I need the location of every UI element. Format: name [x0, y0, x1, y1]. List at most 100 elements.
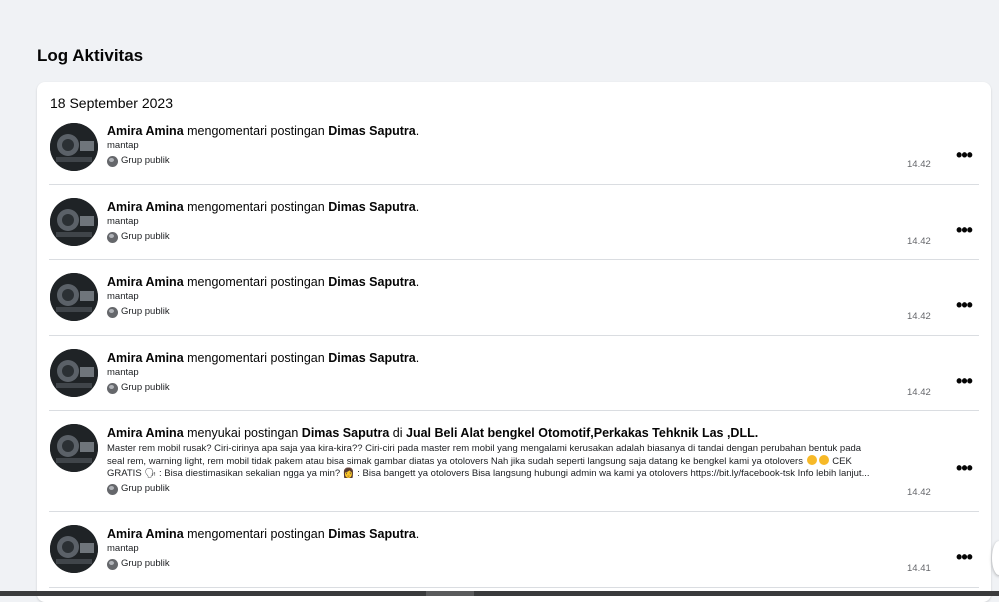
heart-eyes-emoji-icon: [806, 455, 817, 465]
target-name[interactable]: Dimas Saputra: [328, 275, 416, 289]
entry-headline: Amira Amina mengomentari postingan Dimas…: [107, 350, 927, 366]
entry-headline: Amira Amina mengomentari postingan Dimas…: [107, 274, 927, 290]
comment-text: mantap: [107, 140, 139, 151]
excerpt-fragment: CEK: [829, 456, 852, 467]
excerpt-fragment: seal rem, warning light, rem mobil tidak…: [107, 456, 803, 467]
entry-time: 14.42: [907, 311, 931, 322]
avatar[interactable]: [50, 349, 98, 397]
activity-log-card: 18 September 2023 Amira Amina mengomenta…: [37, 82, 991, 602]
action-text: mengomentari postingan: [183, 275, 329, 289]
log-entry[interactable]: Amira Amina mengomentari postingan Dimas…: [37, 119, 991, 185]
action-text: mengomentari postingan: [183, 200, 329, 214]
entry-headline: Amira Amina mengomentari postingan Dimas…: [107, 123, 927, 139]
privacy-text: Grup publik: [121, 231, 170, 242]
more-options-icon[interactable]: •••: [952, 296, 976, 316]
suffix-text: .: [415, 124, 420, 138]
entry-headline: Amira Amina mengomentari postingan Dimas…: [107, 199, 927, 215]
more-options-icon[interactable]: •••: [952, 548, 976, 568]
entry-text: Amira Amina menyukai postingan Dimas Sap…: [107, 425, 927, 495]
suffix-text: .: [415, 351, 420, 365]
privacy-label: Grup publik: [107, 558, 927, 570]
action-text: menyukai postingan: [183, 426, 302, 440]
log-entry[interactable]: Amira Amina menyukai postingan Dimas Sap…: [37, 411, 991, 512]
entry-time: 14.42: [907, 159, 931, 170]
more-options-icon[interactable]: •••: [952, 221, 976, 241]
post-excerpt: Master rem mobil rusak? Ciri-cirinya apa…: [107, 443, 927, 480]
person-emoji-icon: 👩: [342, 468, 355, 479]
speech-head-emoji-icon: 🗣: [144, 468, 157, 479]
target-name[interactable]: Dimas Saputra: [328, 200, 416, 214]
connector-text: di: [389, 426, 407, 440]
target-name[interactable]: Dimas Saputra: [328, 351, 416, 365]
avatar[interactable]: [50, 198, 98, 246]
entry-text: Amira Amina mengomentari postingan Dimas…: [107, 199, 927, 243]
target-name[interactable]: Dimas Saputra: [328, 527, 416, 541]
suffix-text: .: [415, 275, 420, 289]
entry-time: 14.42: [907, 236, 931, 247]
avatar[interactable]: [50, 424, 98, 472]
globe-icon: [107, 306, 118, 318]
more-options-icon[interactable]: •••: [952, 459, 976, 479]
entry-headline: Amira Amina menyukai postingan Dimas Sap…: [107, 425, 927, 441]
heart-eyes-emoji-icon: [818, 455, 829, 465]
entry-time: 14.42: [907, 387, 931, 398]
entry-text: Amira Amina mengomentari postingan Dimas…: [107, 350, 927, 394]
group-name[interactable]: Jual Beli Alat bengkel Otomotif,Perkakas…: [406, 426, 758, 440]
comment-text: mantap: [107, 367, 139, 378]
target-name[interactable]: Dimas Saputra: [328, 124, 416, 138]
excerpt-line: GRATIS 🗣 : Bisa diestimasikan sekalian n…: [107, 468, 927, 480]
privacy-text: Grup publik: [121, 382, 170, 393]
entry-time: 14.42: [907, 487, 931, 498]
privacy-label: Grup publik: [107, 382, 927, 394]
suffix-text: .: [415, 527, 420, 541]
privacy-label: Grup publik: [107, 155, 927, 167]
excerpt-line: seal rem, warning light, rem mobil tidak…: [107, 455, 927, 468]
divider: [49, 587, 979, 588]
comment-text: mantap: [107, 291, 139, 302]
actor-name[interactable]: Amira Amina: [107, 351, 184, 365]
excerpt-fragment: : Bisa diestimasikan sekalian ngga ya mi…: [156, 468, 343, 479]
privacy-label: Grup publik: [107, 306, 927, 318]
privacy-label: Grup publik: [107, 231, 927, 243]
more-options-icon[interactable]: •••: [952, 372, 976, 392]
excerpt-fragment: GRATIS: [107, 468, 145, 479]
actor-name[interactable]: Amira Amina: [107, 200, 184, 214]
horizontal-scrollbar[interactable]: [0, 591, 999, 596]
date-heading: 18 September 2023: [50, 95, 173, 111]
scrollbar-thumb[interactable]: [426, 591, 474, 596]
page-title: Log Aktivitas: [37, 46, 144, 65]
globe-icon: [107, 483, 118, 495]
suffix-text: .: [415, 200, 420, 214]
actor-name[interactable]: Amira Amina: [107, 275, 184, 289]
comment-text: mantap: [107, 216, 139, 227]
globe-icon: [107, 231, 118, 243]
globe-icon: [107, 155, 118, 167]
actor-name[interactable]: Amira Amina: [107, 124, 184, 138]
avatar[interactable]: [50, 525, 98, 573]
privacy-text: Grup publik: [121, 306, 170, 317]
entry-text: Amira Amina mengomentari postingan Dimas…: [107, 274, 927, 318]
excerpt-fragment: : Bisa bangett ya otolovers Bisa langsun…: [354, 468, 870, 479]
more-options-icon[interactable]: •••: [952, 146, 976, 166]
privacy-text: Grup publik: [121, 155, 170, 166]
privacy-text: Grup publik: [121, 483, 170, 494]
log-entry[interactable]: Amira Amina mengomentari postingan Dimas…: [37, 185, 991, 260]
globe-icon: [107, 382, 118, 394]
actor-name[interactable]: Amira Amina: [107, 527, 184, 541]
target-name[interactable]: Dimas Saputra: [302, 426, 390, 440]
entry-time: 14.41: [907, 563, 931, 574]
action-text: mengomentari postingan: [183, 351, 329, 365]
excerpt-line: Master rem mobil rusak? Ciri-cirinya apa…: [107, 443, 862, 454]
log-entry[interactable]: Amira Amina mengomentari postingan Dimas…: [37, 512, 991, 588]
avatar[interactable]: [50, 273, 98, 321]
log-entry[interactable]: Amira Amina mengomentari postingan Dimas…: [37, 336, 991, 411]
entry-headline: Amira Amina mengomentari postingan Dimas…: [107, 526, 927, 542]
avatar[interactable]: [50, 123, 98, 171]
log-entry[interactable]: Amira Amina mengomentari postingan Dimas…: [37, 260, 991, 336]
actor-name[interactable]: Amira Amina: [107, 426, 184, 440]
scroll-handle[interactable]: [992, 541, 999, 575]
privacy-label: Grup publik: [107, 483, 927, 495]
privacy-text: Grup publik: [121, 558, 170, 569]
action-text: mengomentari postingan: [183, 124, 329, 138]
action-text: mengomentari postingan: [183, 527, 329, 541]
